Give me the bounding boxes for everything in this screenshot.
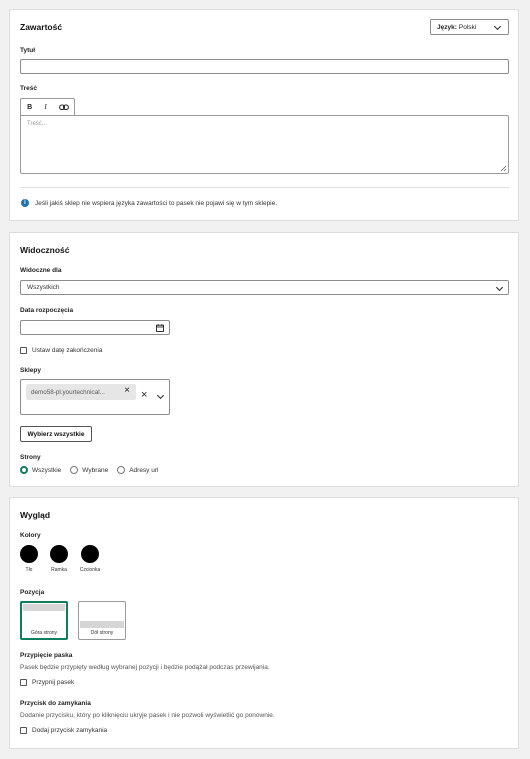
body-placeholder: Treść...	[27, 121, 47, 127]
clear-icon[interactable]: ×	[141, 390, 147, 401]
sticky-checkbox-label: Przypnij pasek	[32, 679, 75, 686]
shop-chip: demo58-pl.yourtechnical... ×	[26, 384, 136, 400]
remove-chip-icon[interactable]: ×	[124, 386, 130, 396]
color-border[interactable]: Ramka	[50, 545, 68, 573]
info-icon: i	[21, 199, 29, 207]
shops-multiselect[interactable]: demo58-pl.yourtechnical... × ×	[20, 379, 170, 415]
close-button-label: Przycisk do zamykania	[20, 700, 91, 707]
link-icon[interactable]	[58, 104, 69, 110]
bold-button[interactable]: B	[27, 104, 32, 111]
shop-chip-label: demo58-pl.yourtechnical...	[31, 388, 105, 396]
position-label: Pozycja	[20, 589, 45, 596]
color-swatch-bg[interactable]	[20, 545, 38, 563]
visibility-title: Widoczność	[20, 245, 70, 255]
position-bottom-bar	[80, 621, 124, 628]
visibility-card: Widoczność Widoczne dla Wszystkich Data …	[9, 232, 519, 487]
radio-all[interactable]	[20, 466, 28, 474]
close-button-toggle[interactable]: Dodaj przycisk zamykania	[20, 727, 107, 734]
color-swatch-font[interactable]	[81, 545, 99, 563]
info-notice: i Jeśli jakiś sklep nie wspiera języka z…	[21, 199, 277, 207]
color-label-border: Ramka	[51, 567, 67, 573]
appearance-card: Wygląd Kolory Tło Ramka Czcionka Pozycja…	[9, 497, 519, 749]
language-select-value: Polski	[458, 23, 477, 31]
radio-urls-label[interactable]: Adresy url	[129, 467, 158, 474]
content-title: Zawartość	[20, 22, 63, 32]
position-top-label: Góra strony	[30, 630, 58, 636]
content-card: Zawartość Język: Polski Tytuł Treść B I …	[9, 9, 519, 221]
color-label-font: Czcionka	[79, 567, 101, 573]
sticky-toggle[interactable]: Przypnij pasek	[20, 679, 74, 686]
position-bottom-option[interactable]: Dół strony	[78, 601, 126, 640]
radio-selected-label[interactable]: Wybrane	[82, 467, 108, 474]
title-field-label: Tytuł	[20, 47, 36, 54]
visible-for-value: Wszystkich	[27, 284, 60, 291]
start-date-input[interactable]	[20, 320, 170, 335]
close-button-description: Dodanie przycisku, który po kliknięciu u…	[20, 712, 275, 719]
body-field-label: Treść	[20, 85, 37, 92]
content-divider	[20, 187, 509, 188]
color-bg[interactable]: Tło	[20, 545, 38, 573]
start-date-label: Data rozpoczęcia	[20, 307, 74, 314]
sticky-label: Przypięcie paska	[20, 652, 73, 659]
radio-all-label[interactable]: Wszystkie	[32, 467, 61, 474]
visible-for-label: Widoczne dla	[20, 267, 62, 274]
info-text: Jeśli jakiś sklep nie wspiera języka zaw…	[35, 199, 278, 207]
end-date-checkbox[interactable]	[20, 347, 27, 354]
pages-radio-group: Wszystkie Wybrane Adresy url	[20, 466, 158, 474]
appearance-title: Wygląd	[20, 510, 51, 520]
position-top-option[interactable]: Góra strony	[20, 601, 68, 640]
body-textarea[interactable]: Treść...	[20, 115, 509, 174]
language-select-label: Język:	[437, 23, 457, 31]
colors-label: Kolory	[20, 532, 41, 539]
color-swatch-border[interactable]	[50, 545, 68, 563]
italic-button[interactable]: I	[44, 103, 46, 111]
position-bottom-label: Dół strony	[90, 630, 114, 636]
editor-toolbar: B I	[20, 98, 75, 115]
calendar-icon[interactable]	[156, 324, 164, 332]
color-label-bg: Tło	[25, 567, 33, 573]
title-input[interactable]	[20, 59, 509, 74]
chevron-down-icon[interactable]	[156, 391, 165, 400]
language-select[interactable]: Język: Polski	[430, 19, 509, 35]
end-date-label: Ustaw datę zakończenia	[32, 347, 103, 354]
close-button-checkbox-label: Dodaj przycisk zamykania	[32, 727, 108, 734]
visible-for-select[interactable]: Wszystkich	[20, 280, 509, 295]
position-top-bar	[23, 604, 65, 611]
resize-handle-icon[interactable]	[500, 165, 507, 172]
color-font[interactable]: Czcionka	[80, 545, 100, 573]
end-date-toggle[interactable]: Ustaw datę zakończenia	[20, 347, 102, 354]
close-button-checkbox[interactable]	[20, 727, 27, 734]
chevron-down-icon	[493, 22, 502, 31]
sticky-checkbox[interactable]	[20, 679, 27, 686]
radio-urls[interactable]	[117, 466, 126, 474]
shops-label: Sklepy	[20, 367, 41, 374]
pages-label: Strony	[20, 454, 41, 461]
select-all-button[interactable]: Wybierz wszystkie	[20, 426, 92, 442]
sticky-description: Pasek będzie przypięty według wybranej p…	[20, 664, 270, 671]
chevron-down-icon	[495, 283, 504, 291]
radio-selected[interactable]	[70, 466, 79, 474]
